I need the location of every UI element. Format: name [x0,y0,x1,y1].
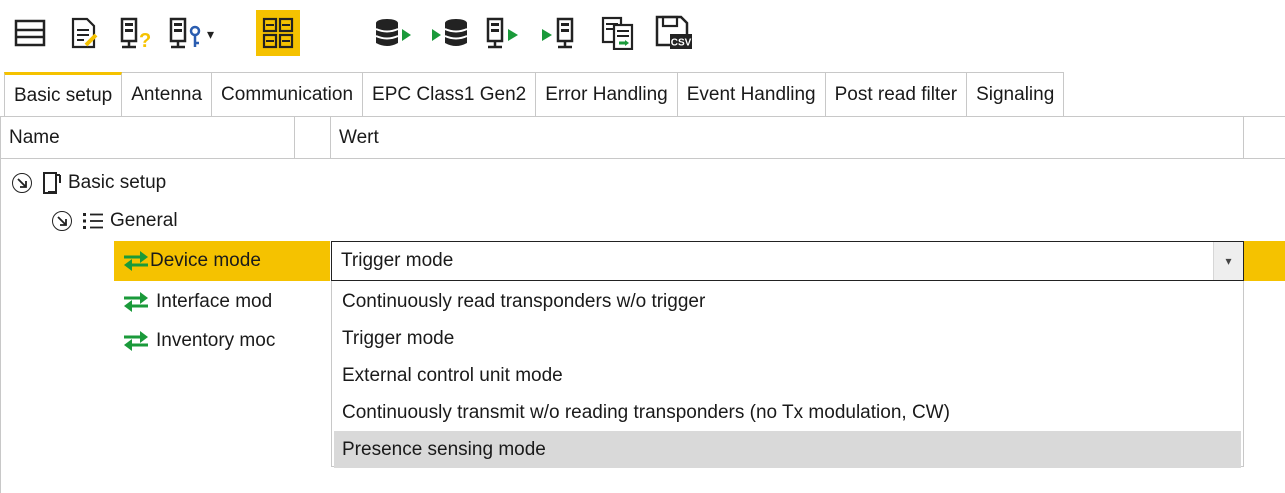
tree-row-interface-mode[interactable]: Interface mod [122,283,272,321]
panel-icon[interactable] [8,10,52,56]
database-import-icon[interactable] [428,10,472,56]
column-header-spacer [295,117,331,159]
tab-error-handling[interactable]: Error Handling [536,72,678,116]
database-export-icon[interactable] [372,10,416,56]
grid-view-icon[interactable] [256,10,300,56]
option-continuous-read[interactable]: Continuously read transponders w/o trigg… [334,283,1241,320]
device-mode-select[interactable]: Trigger mode ▾ [331,241,1244,281]
column-header-name-label: Name [9,126,60,148]
tab-communication[interactable]: Communication [212,72,364,116]
collapse-icon[interactable] [52,211,72,231]
option-external-control-unit[interactable]: External control unit mode [334,357,1241,394]
reader-export-icon[interactable] [482,10,526,56]
tree-label-basic-setup: Basic setup [68,172,167,193]
reader-device-icon [42,171,62,195]
toolbar: ? ▾ CSV [0,0,1285,68]
list-icon [82,211,104,231]
column-header-value-label: Wert [339,126,379,148]
svg-text:▾: ▾ [207,27,214,43]
tree-label-inventory-mode: Inventory moc [156,330,276,351]
tree-row-device-mode[interactable]: Device mode [114,241,330,281]
save-csv-icon[interactable]: CSV [652,10,696,56]
tree-row-general[interactable]: General [52,202,178,240]
tab-event-handling[interactable]: Event Handling [677,72,826,116]
collapse-icon[interactable] [12,173,32,193]
tab-antenna[interactable]: Antenna [122,72,213,116]
option-presence-sensing[interactable]: Presence sensing mode [334,431,1241,468]
reader-query-icon[interactable]: ? [114,10,158,56]
swap-arrows-icon [122,291,150,313]
column-header-name[interactable]: Name [1,117,295,159]
compare-documents-icon[interactable] [596,10,640,56]
option-continuous-transmit[interactable]: Continuously transmit w/o reading transp… [334,394,1241,431]
svg-text:CSV: CSV [671,38,692,49]
tree-row-basic-setup[interactable]: Basic setup [12,164,166,202]
device-mode-options-list: Continuously read transponders w/o trigg… [331,281,1244,468]
tab-strip: Basic setup Antenna Communication EPC Cl… [4,72,1065,116]
reader-import-icon[interactable] [538,10,582,56]
dropdown-arrow-glyph: ▾ [1225,254,1232,268]
tab-epc-class1-gen2[interactable]: EPC Class1 Gen2 [363,72,537,116]
row-highlight-tail [1244,241,1285,281]
column-header-filler [1244,117,1285,159]
device-mode-select-value: Trigger mode [341,250,454,271]
document-edit-icon[interactable] [62,10,106,56]
tab-post-read-filter[interactable]: Post read filter [825,72,968,116]
tab-signaling[interactable]: Signaling [967,72,1065,116]
swap-arrows-icon [122,250,150,272]
tab-basic-setup[interactable]: Basic setup [4,72,123,116]
tree-row-inventory-mode[interactable]: Inventory moc [122,322,275,360]
swap-arrows-icon [122,330,150,352]
tree-label-interface-mode: Interface mod [156,291,273,312]
column-header-value[interactable]: Wert [331,117,1244,159]
dropdown-arrow-icon[interactable]: ▾ [1213,242,1243,280]
option-trigger-mode[interactable]: Trigger mode [334,320,1241,357]
svg-text:?: ? [139,30,151,49]
reader-key-icon[interactable]: ▾ [166,10,224,56]
tree-label-device-mode: Device mode [150,250,261,271]
tree-label-general: General [110,210,178,231]
